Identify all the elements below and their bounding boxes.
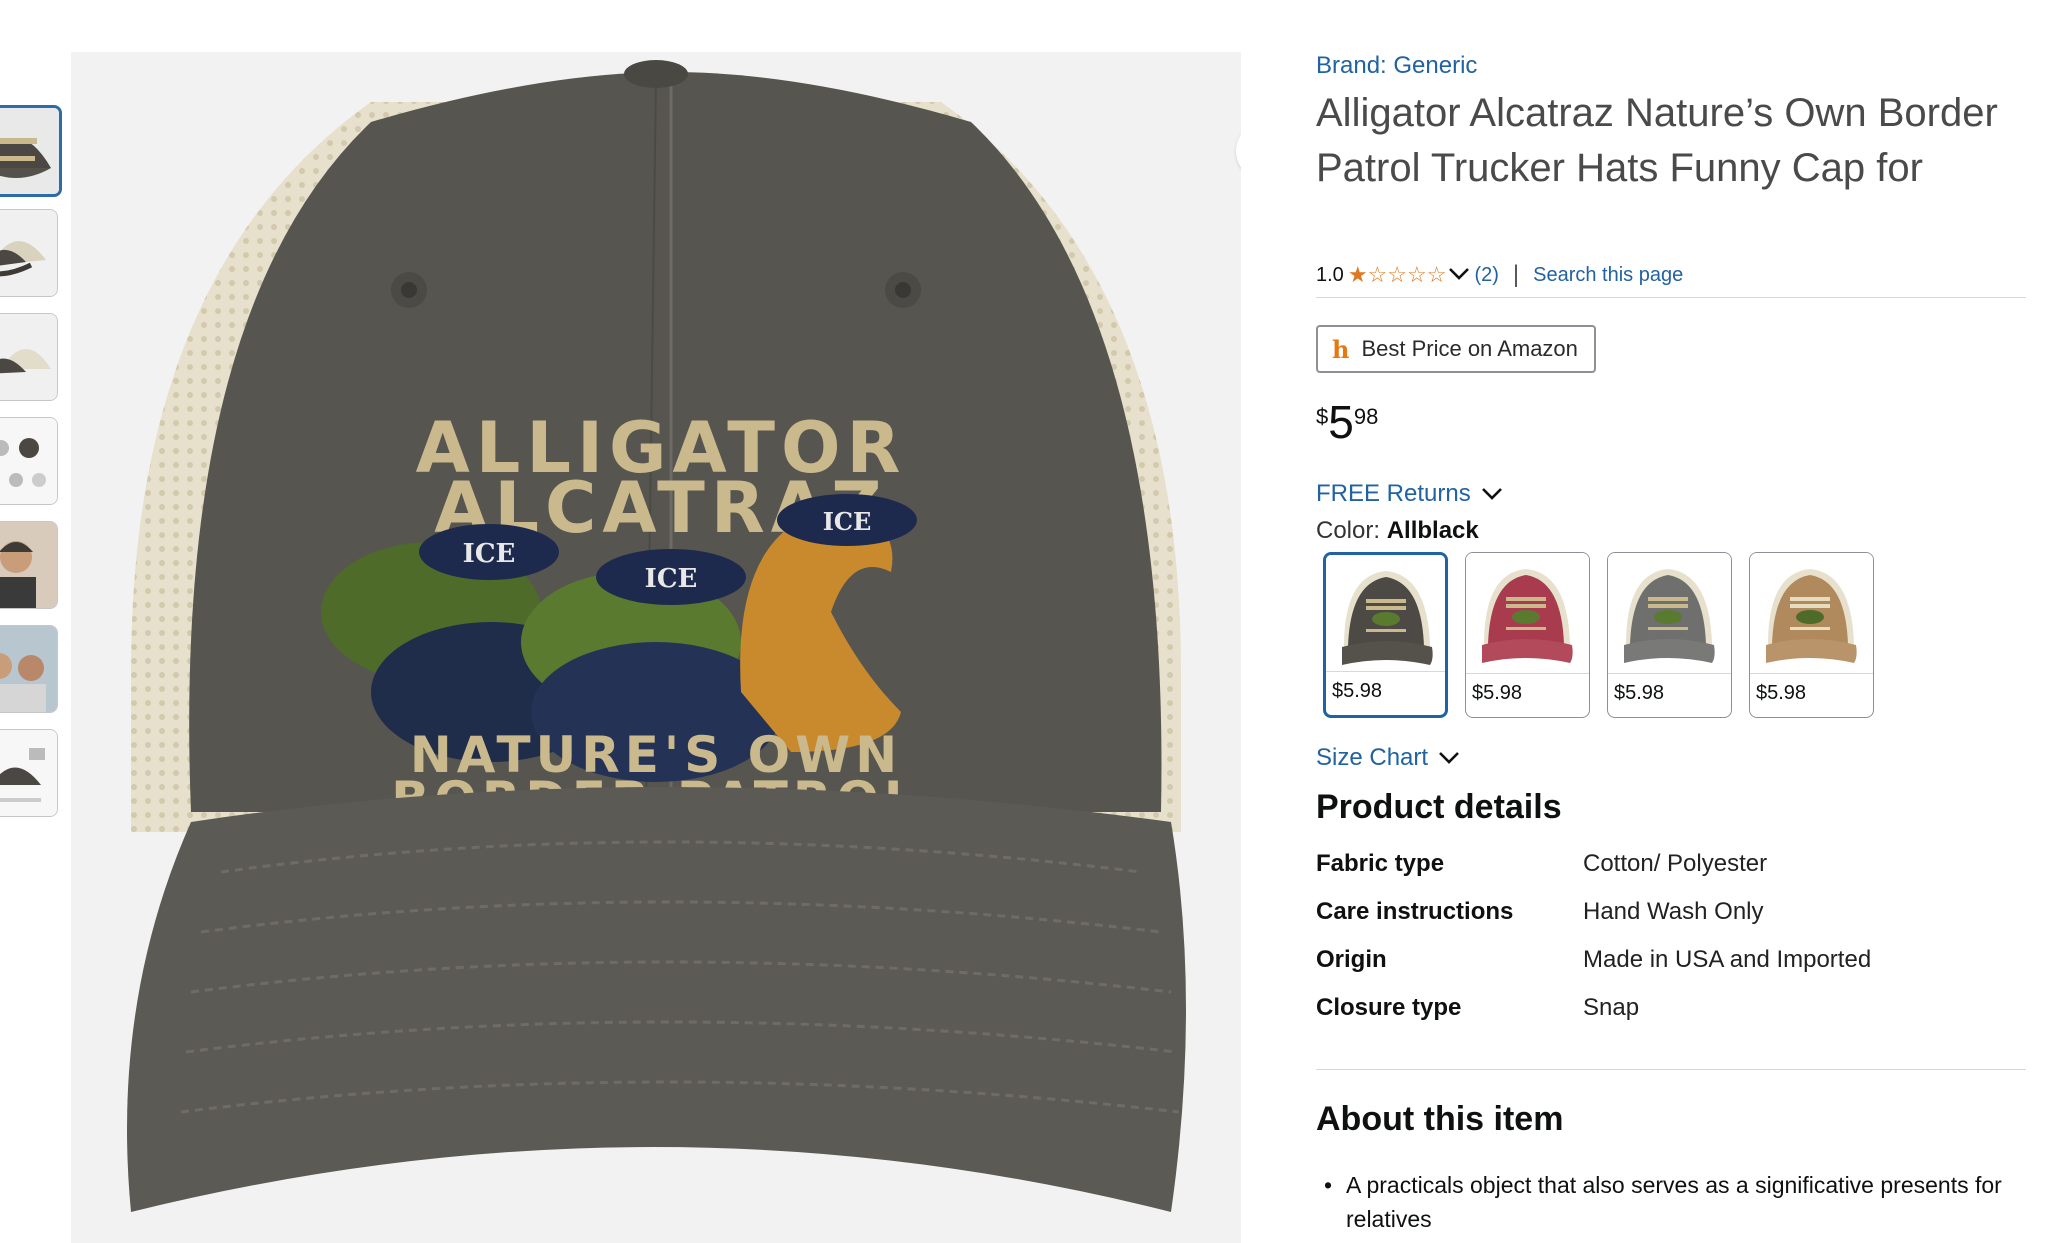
product-details-heading: Product details bbox=[1316, 788, 1562, 826]
rating-stars[interactable]: ★☆☆☆☆ bbox=[1348, 262, 1447, 288]
swatch-gray[interactable]: $5.98 bbox=[1607, 552, 1732, 718]
swatch-price: $5.98 bbox=[1750, 673, 1873, 717]
thumbnail-3[interactable] bbox=[0, 313, 58, 401]
chevron-down-icon bbox=[1481, 488, 1502, 500]
detail-key: Origin bbox=[1316, 946, 1387, 973]
color-label: Color: Allblack bbox=[1316, 517, 1479, 545]
swatch-image bbox=[1326, 555, 1445, 677]
detail-value: Cotton/ Polyester bbox=[1583, 850, 1768, 877]
about-bullets: A practicals object that also serves as … bbox=[1316, 1168, 2016, 1236]
rating-count-link[interactable]: (2) bbox=[1474, 264, 1498, 287]
color-value: Allblack bbox=[1386, 517, 1479, 544]
swatch-price: $5.98 bbox=[1326, 671, 1445, 715]
section-divider bbox=[1316, 1069, 2026, 1070]
h-logo-icon: h bbox=[1332, 334, 1350, 364]
swatch-red[interactable]: $5.98 bbox=[1465, 552, 1590, 718]
detail-key: Closure type bbox=[1316, 994, 1462, 1021]
hat-illustration: ALLIGATOR ALCATRAZ ICE ICE ICE NATURE'S … bbox=[71, 52, 1241, 1243]
detail-row: Origin Made in USA and Imported bbox=[1316, 946, 2016, 986]
price-fraction: 98 bbox=[1353, 404, 1379, 429]
swatch-image bbox=[1750, 553, 1873, 675]
detail-value: Hand Wash Only bbox=[1583, 898, 1764, 925]
size-chart-link[interactable]: Size Chart bbox=[1316, 744, 1460, 772]
cap-text-3: ICE bbox=[823, 507, 872, 536]
detail-key: Care instructions bbox=[1316, 898, 1514, 925]
main-product-image[interactable]: ALLIGATOR ALCATRAZ ICE ICE ICE NATURE'S … bbox=[71, 52, 1241, 1243]
about-heading: About this item bbox=[1316, 1100, 1564, 1138]
best-price-button[interactable]: h Best Price on Amazon bbox=[1316, 325, 1596, 373]
thumbnail-4[interactable] bbox=[0, 417, 58, 505]
price: $ 5 98 bbox=[1316, 398, 1378, 446]
free-returns-label: FREE Returns bbox=[1316, 480, 1471, 507]
top-strip bbox=[0, 0, 2048, 6]
swatch-image bbox=[1608, 553, 1731, 675]
detail-value: Made in USA and Imported bbox=[1583, 946, 1872, 973]
color-label-prefix: Color: bbox=[1316, 517, 1381, 544]
color-swatches: $5.98 $5.98 $5.98 $5.98 bbox=[1316, 552, 1916, 722]
detail-row: Fabric type Cotton/ Polyester bbox=[1316, 850, 2016, 890]
cap-text-2: ICE bbox=[645, 564, 698, 594]
thumbnail-7[interactable] bbox=[0, 729, 58, 817]
detail-key: Fabric type bbox=[1316, 850, 1445, 877]
swatch-image bbox=[1466, 553, 1589, 675]
product-title: Alligator Alcatraz Nature’s Own Border P… bbox=[1316, 91, 1998, 190]
thumbnail-1[interactable] bbox=[0, 105, 62, 197]
search-this-page-link[interactable]: Search this page bbox=[1533, 264, 1683, 287]
rating-row: 1.0 ★☆☆☆☆ (2) | Search this page bbox=[1316, 257, 2026, 298]
swatch-price: $5.98 bbox=[1608, 673, 1731, 717]
cap-text-1: ICE bbox=[463, 539, 516, 569]
size-chart-label: Size Chart bbox=[1316, 744, 1429, 771]
divider: | bbox=[1512, 261, 1520, 288]
swatch-price: $5.98 bbox=[1466, 673, 1589, 717]
about-bullet: A practicals object that also serves as … bbox=[1316, 1168, 2016, 1236]
detail-value: Snap bbox=[1583, 994, 1640, 1021]
thumbnail-6[interactable] bbox=[0, 625, 58, 713]
brand-link[interactable]: Brand: Generic bbox=[1316, 52, 1477, 80]
thumbnail-5[interactable] bbox=[0, 521, 58, 609]
chevron-down-icon bbox=[1439, 752, 1459, 764]
best-price-label: Best Price on Amazon bbox=[1361, 336, 1578, 361]
detail-row: Closure type Snap bbox=[1316, 994, 2016, 1034]
thumbnail-2[interactable] bbox=[0, 209, 58, 297]
detail-row: Care instructions Hand Wash Only bbox=[1316, 898, 2016, 938]
swatch-khaki[interactable]: $5.98 bbox=[1749, 552, 1874, 718]
swatch-allblack[interactable]: $5.98 bbox=[1323, 552, 1448, 718]
price-currency: $ bbox=[1316, 404, 1329, 429]
free-returns-link[interactable]: FREE Returns bbox=[1316, 480, 1503, 508]
price-whole: 5 bbox=[1328, 396, 1354, 448]
chevron-down-icon[interactable] bbox=[1448, 264, 1470, 287]
rating-value: 1.0 bbox=[1316, 263, 1344, 286]
